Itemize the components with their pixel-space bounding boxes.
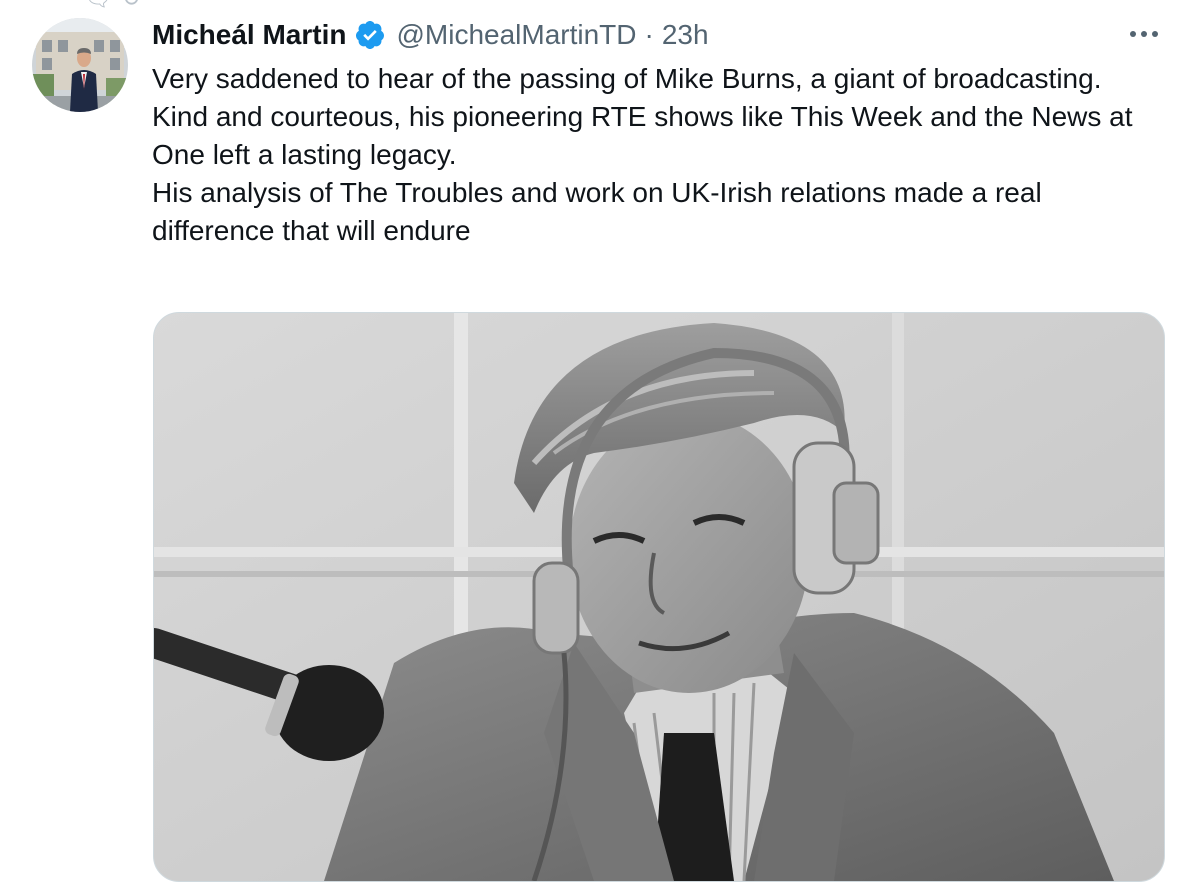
tweet-photo[interactable] [153,312,1165,882]
avatar[interactable] [32,18,128,112]
tweet-text-line: Kind and courteous, his pioneering RTE s… [152,101,1133,170]
verified-badge-icon [354,19,386,51]
more-options-icon[interactable] [1124,22,1164,46]
display-name[interactable]: Micheál Martin [152,19,346,51]
clipped-action-icons: 🗨 ↻ [84,0,142,10]
tweet: 🗨 ↻ Micheál Martin [0,0,1194,896]
tweet-text-line: His analysis of The Troubles and work on… [152,177,1042,246]
tweet-text-line: Very saddened to hear of the passing of … [152,63,1102,94]
previous-tweet-edge: 🗨 ↻ [0,0,1194,10]
tweet-header: Micheál Martin @MichealMartinTD · 23h [152,17,709,53]
user-handle[interactable]: @MichealMartinTD [396,19,636,51]
more-dot [1130,31,1136,37]
more-dot [1152,31,1158,37]
avatar-image [32,18,128,112]
tweet-text: Very saddened to hear of the passing of … [152,60,1162,250]
tweet-timestamp[interactable]: 23h [662,19,709,51]
header-separator: · [644,19,654,50]
more-dot [1141,31,1147,37]
broadcaster-photo [154,313,1164,881]
